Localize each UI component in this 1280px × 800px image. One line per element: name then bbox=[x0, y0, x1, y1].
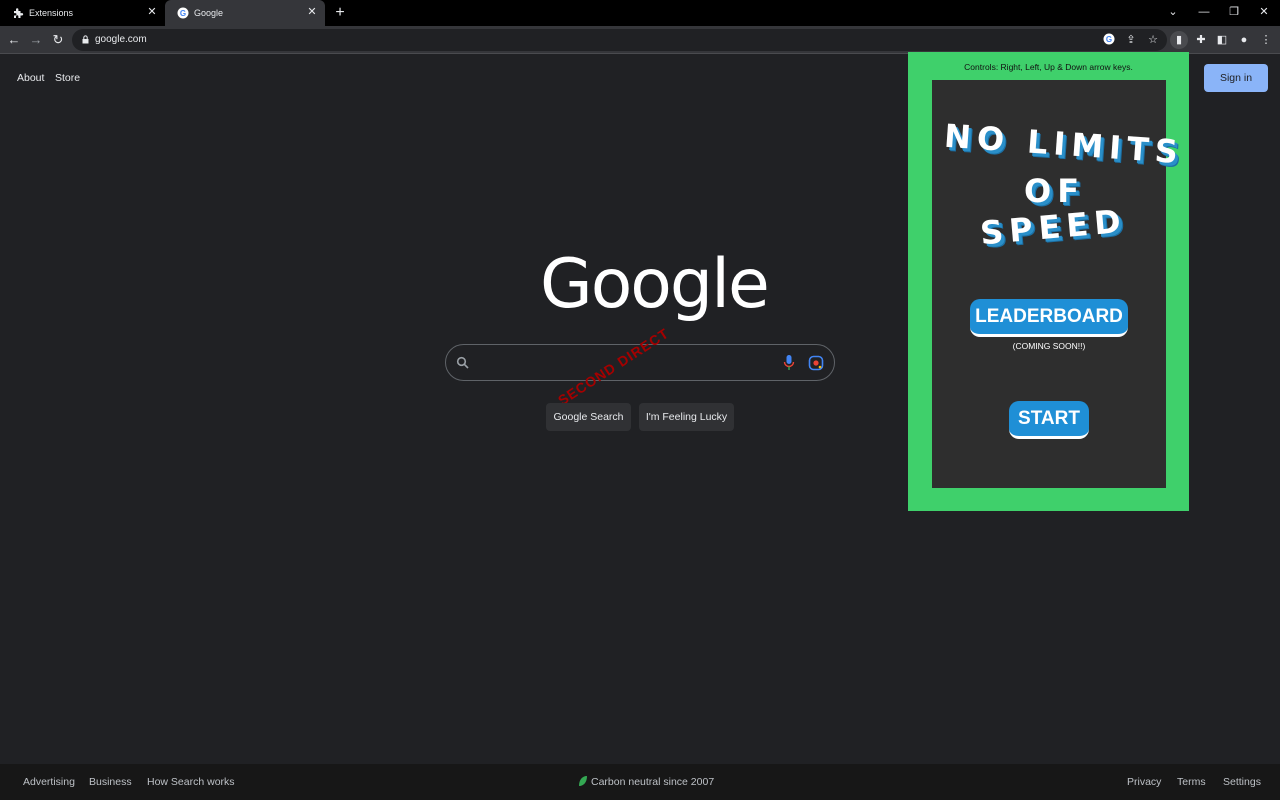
feeling-lucky-button[interactable]: I'm Feeling Lucky bbox=[639, 403, 734, 431]
tab-strip: Extensions ✕ G Google ✕ + ⌄ — ❐ ✕ bbox=[0, 0, 1280, 26]
share-icon[interactable]: ⇪ bbox=[1124, 33, 1138, 47]
puzzle-icon bbox=[14, 8, 24, 18]
menu-icon[interactable]: ⋮ bbox=[1257, 31, 1275, 49]
lock-icon bbox=[82, 35, 89, 44]
game-area: NO LIMITS OF SPEED LEADERBOARD (COMING S… bbox=[932, 80, 1185, 488]
window-close-icon[interactable]: ✕ bbox=[1254, 3, 1274, 21]
tab-label: Google bbox=[194, 8, 224, 18]
star-icon[interactable]: ☆ bbox=[1146, 33, 1160, 47]
forward-icon[interactable]: → bbox=[27, 31, 45, 49]
microphone-icon[interactable] bbox=[783, 354, 795, 372]
side-panel-icon[interactable]: ◧ bbox=[1213, 31, 1231, 49]
tab-extensions[interactable]: Extensions ✕ bbox=[0, 0, 165, 26]
store-link[interactable]: Store bbox=[55, 72, 80, 84]
new-tab-button[interactable]: + bbox=[332, 4, 348, 22]
url-text: google.com bbox=[95, 34, 147, 45]
camera-lens-icon[interactable] bbox=[808, 355, 824, 371]
search-icon bbox=[456, 356, 469, 369]
extensions-puzzle-icon[interactable]: ✚ bbox=[1192, 31, 1210, 49]
google-favicon: G bbox=[177, 7, 189, 19]
leaderboard-button[interactable]: LEADERBOARD bbox=[970, 299, 1128, 337]
google-lens-icon[interactable]: G bbox=[1102, 33, 1116, 47]
start-button[interactable]: START bbox=[1009, 401, 1089, 439]
address-bar[interactable]: google.com G ⇪ ☆ bbox=[72, 29, 1167, 51]
sign-in-button[interactable]: Sign in bbox=[1204, 64, 1268, 92]
privacy-link[interactable]: Privacy bbox=[1127, 776, 1161, 788]
advertising-link[interactable]: Advertising bbox=[23, 776, 75, 788]
extension-popup: Controls: Right, Left, Up & Down arrow k… bbox=[908, 52, 1189, 511]
minimize-icon[interactable]: — bbox=[1194, 3, 1214, 21]
tab-search-icon[interactable]: ⌄ bbox=[1163, 3, 1183, 21]
business-link[interactable]: Business bbox=[89, 776, 132, 788]
tab-google[interactable]: G Google ✕ bbox=[165, 0, 325, 26]
leaf-icon bbox=[579, 776, 587, 786]
game-extension-icon[interactable]: ▮ bbox=[1170, 31, 1188, 49]
profile-icon[interactable]: ● bbox=[1235, 31, 1253, 49]
game-title-line3: SPEED bbox=[978, 201, 1129, 253]
browser-toolbar: ← → ↻ google.com G ⇪ ☆ ▮ ✚ ◧ ● ⋮ bbox=[0, 26, 1280, 54]
tab-label: Extensions bbox=[29, 8, 74, 18]
google-search-button[interactable]: Google Search bbox=[546, 403, 631, 431]
terms-link[interactable]: Terms bbox=[1177, 776, 1206, 788]
game-title-line2: OF bbox=[1024, 172, 1086, 210]
back-icon[interactable]: ← bbox=[5, 31, 23, 49]
restore-icon[interactable]: ❐ bbox=[1224, 3, 1244, 21]
how-search-works-link[interactable]: How Search works bbox=[147, 776, 235, 788]
svg-text:G: G bbox=[1106, 35, 1112, 44]
coming-soon-label: (COMING SOON!!) bbox=[1012, 341, 1086, 351]
controls-hint: Controls: Right, Left, Up & Down arrow k… bbox=[964, 62, 1133, 72]
carbon-neutral-link[interactable]: Carbon neutral since 2007 bbox=[591, 776, 714, 788]
reload-icon[interactable]: ↻ bbox=[49, 31, 67, 49]
footer: Advertising Business How Search works Ca… bbox=[0, 764, 1280, 800]
close-icon[interactable]: ✕ bbox=[306, 6, 318, 19]
close-icon[interactable]: ✕ bbox=[146, 6, 158, 19]
svg-text:G: G bbox=[180, 9, 186, 18]
game-title-line1: NO LIMITS bbox=[942, 116, 1186, 172]
google-logo: Google bbox=[540, 245, 770, 324]
about-link[interactable]: About bbox=[17, 72, 44, 84]
settings-link[interactable]: Settings bbox=[1223, 776, 1261, 788]
